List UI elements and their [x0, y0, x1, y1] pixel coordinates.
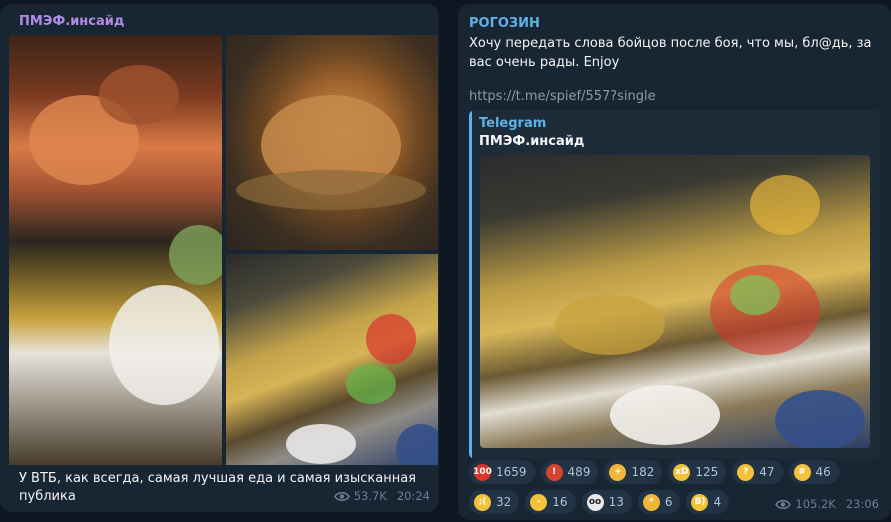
post-time: 23:06	[845, 497, 879, 511]
thumbs-up-icon: +	[609, 463, 627, 481]
reaction-pill[interactable]: ! 489	[540, 460, 599, 484]
reaction-count: 13	[608, 495, 624, 509]
sender-name[interactable]: ПМЭФ.инсайд	[19, 14, 124, 30]
preview-photo-desserts[interactable]	[480, 155, 870, 448]
reaction-pill[interactable]: ? 47	[732, 460, 783, 484]
views-count: 53.7K	[353, 489, 387, 503]
views-icon	[775, 499, 792, 510]
reaction-pill[interactable]: oo 13	[581, 490, 632, 514]
post-text: Хочу передать слова бойцов после боя, чт…	[469, 36, 872, 70]
reaction-count: 125	[695, 465, 719, 479]
reaction-pill[interactable]: * 6	[637, 490, 681, 514]
post-meta: 105.2K 23:06	[775, 497, 879, 511]
laughing-face-icon: xD	[673, 463, 691, 481]
reaction-pill[interactable]: B) 4	[686, 490, 730, 514]
preview-title: ПМЭФ.инсайд	[479, 134, 585, 149]
reaction-count: 4	[713, 495, 722, 509]
sender-name[interactable]: РОГОЗИН	[469, 16, 540, 32]
post-meta: 53.7K 20:24	[333, 489, 430, 503]
reaction-count: 46	[815, 465, 831, 479]
reaction-count: 1659	[496, 465, 527, 479]
views-icon	[333, 491, 350, 502]
message-right[interactable]: РОГОЗИН Хочу передать слова бойцов после…	[458, 4, 891, 520]
photo-desserts-table[interactable]	[226, 254, 438, 465]
reaction-pill[interactable]: + 182	[604, 460, 663, 484]
post-link[interactable]: https://t.me/spief/557?single	[469, 89, 656, 105]
eyes-icon: oo	[586, 493, 604, 511]
reaction-count: 32	[496, 495, 512, 509]
preview-site-name: Telegram	[479, 116, 547, 131]
reaction-pill[interactable]: xD 125	[668, 460, 727, 484]
reaction-pill[interactable]: - 16	[525, 490, 576, 514]
views-count: 105.2K	[795, 497, 836, 511]
grimacing-face-icon: #	[793, 463, 811, 481]
neutral-face-icon: -	[530, 493, 548, 511]
raised-eyebrow-face-icon: ?	[737, 463, 755, 481]
hundred-icon: 100	[473, 463, 492, 481]
photo-pastries-bowl[interactable]	[226, 35, 438, 250]
reaction-pill[interactable]: ;( 32	[469, 490, 520, 514]
clapping-hands-icon: *	[642, 493, 660, 511]
sunglasses-face-icon: B)	[691, 493, 709, 511]
crying-face-icon: ;(	[474, 493, 491, 511]
reaction-count: 489	[567, 465, 591, 479]
reaction-count: 47	[759, 465, 775, 479]
reaction-pill[interactable]: # 46	[788, 460, 839, 484]
reaction-count: 182	[631, 465, 655, 479]
post-time: 20:24	[396, 489, 430, 503]
photo-seafood-buffet[interactable]	[9, 35, 222, 465]
preview-accent-bar	[469, 110, 472, 459]
reaction-count: 6	[664, 495, 673, 509]
reaction-count: 16	[552, 495, 568, 509]
message-left[interactable]: ПМЭФ.инсайд У ВТБ, как всегда, самая луч…	[0, 4, 439, 512]
link-preview[interactable]: Telegram ПМЭФ.инсайд	[469, 110, 880, 459]
angry-face-icon: !	[545, 463, 563, 481]
reaction-pill[interactable]: 100 1659	[469, 460, 535, 484]
